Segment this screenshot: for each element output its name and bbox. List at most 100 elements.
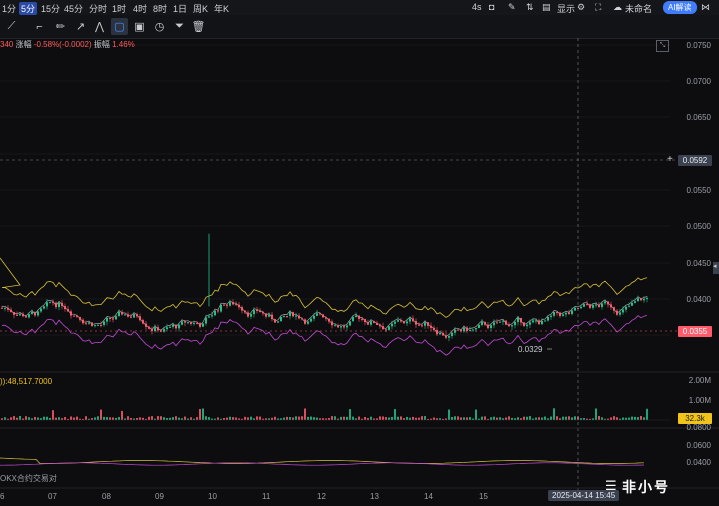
- time-tick: 12: [317, 492, 326, 501]
- volume-bar: [481, 416, 483, 420]
- volume-bar: [73, 417, 75, 420]
- filter-tool-icon[interactable]: ⏷: [171, 18, 188, 35]
- chart-name[interactable]: 未命名: [625, 2, 652, 15]
- volume-bar: [406, 416, 408, 420]
- volume-bar: [541, 417, 543, 420]
- candle-body: [427, 322, 429, 326]
- price-tick: 0.0450: [686, 259, 711, 268]
- candle-body: [100, 324, 102, 326]
- ai-interpret-button[interactable]: AI解读: [663, 1, 697, 14]
- chart-settings-icon[interactable]: ⤡: [656, 40, 669, 52]
- volume-bar: [286, 416, 288, 420]
- tf-1d[interactable]: 1日: [173, 2, 187, 15]
- candle-body: [352, 317, 354, 322]
- interval-label[interactable]: 4s: [472, 2, 482, 12]
- candlestick-chart[interactable]: [0, 36, 719, 506]
- candle-body: [436, 330, 438, 335]
- candle-body: [193, 323, 195, 325]
- pencil-tool-icon[interactable]: ✏: [52, 18, 69, 35]
- volume-bar: [34, 416, 36, 420]
- volume-bar: [202, 408, 204, 420]
- tf-1min[interactable]: 1分: [2, 2, 16, 15]
- volume-bar: [163, 417, 165, 420]
- candle-body: [595, 304, 597, 306]
- volume-bar: [256, 416, 258, 420]
- candle-body: [145, 323, 147, 327]
- magnet-tool-icon[interactable]: ◷: [151, 18, 168, 35]
- volume-bar: [298, 416, 300, 420]
- candle-body: [172, 324, 174, 327]
- candle-body: [604, 301, 606, 304]
- volume-bar: [505, 417, 507, 420]
- tf-4h[interactable]: 4时: [133, 2, 147, 15]
- volume-bar: [247, 417, 249, 420]
- volume-bar: [157, 416, 159, 420]
- candle-body: [268, 314, 270, 317]
- volume-bar: [565, 416, 567, 420]
- volume-bar: [4, 417, 6, 420]
- candle-body: [346, 325, 348, 328]
- pattern-tool-icon[interactable]: ⋀: [91, 18, 108, 35]
- tf-45min[interactable]: 45分: [64, 2, 83, 15]
- display-menu[interactable]: 显示: [557, 2, 575, 15]
- crop-tool-icon[interactable]: ⌐: [31, 18, 48, 35]
- brush-tool-icon[interactable]: ↗: [72, 18, 89, 35]
- fullscreen-icon[interactable]: ⛶: [595, 2, 601, 13]
- volume-bar: [58, 417, 60, 420]
- candle-body: [370, 321, 372, 325]
- volume-bar: [310, 416, 312, 420]
- chart-grid: [0, 44, 670, 336]
- candle-body: [280, 316, 282, 322]
- tf-timeshare[interactable]: 分时: [89, 2, 107, 15]
- candle-body: [616, 310, 618, 315]
- collapse-icon[interactable]: ◂: [713, 262, 719, 274]
- volume-bar: [343, 416, 345, 420]
- tf-1h[interactable]: 1时: [112, 2, 126, 15]
- tf-15min[interactable]: 15分: [41, 2, 60, 15]
- volume-bar: [142, 417, 144, 420]
- tf-year[interactable]: 年K: [214, 2, 229, 15]
- change-value: -0.58%(-0.0002): [33, 40, 92, 49]
- note-tool-icon[interactable]: ▣: [131, 18, 148, 35]
- candles: [1, 233, 648, 342]
- gear-icon[interactable]: ⚙: [577, 2, 585, 13]
- volume-label: )):48,517.7000: [0, 377, 53, 386]
- candle-body: [250, 314, 252, 317]
- edit-icon[interactable]: ✎: [508, 2, 516, 13]
- candle-body: [592, 305, 594, 308]
- cloud-icon[interactable]: ☁: [613, 2, 622, 13]
- candle-body: [226, 304, 228, 306]
- tf-week[interactable]: 周K: [193, 2, 208, 15]
- lock-tool-icon[interactable]: ▢: [111, 18, 128, 35]
- trash-tool-icon[interactable]: 🗑: [190, 18, 207, 35]
- trend-tool-icon[interactable]: ⟋: [3, 18, 20, 35]
- candle-body: [463, 327, 465, 332]
- volume-bar: [226, 417, 228, 420]
- indicator-icon[interactable]: ▤: [542, 2, 551, 13]
- sub-tick: 0.0600: [686, 441, 711, 450]
- add-alert-icon[interactable]: +: [667, 154, 673, 165]
- candle-body: [493, 322, 495, 326]
- candle-body: [490, 325, 492, 329]
- volume-bar: [613, 416, 615, 420]
- candle-body: [64, 306, 66, 310]
- candle-body: [187, 322, 189, 324]
- compare-icon[interactable]: ⇅: [526, 2, 534, 13]
- camera-icon[interactable]: ◘: [489, 2, 494, 12]
- candle-body: [442, 333, 444, 336]
- candle-body: [643, 298, 645, 301]
- volume-bar: [235, 417, 237, 420]
- candle-body: [511, 325, 513, 327]
- candle-body: [13, 312, 15, 315]
- volume-bar: [118, 416, 120, 420]
- candle-body: [478, 324, 480, 329]
- volume-bar: [382, 416, 384, 420]
- volume-bar: [457, 416, 459, 420]
- tf-8h[interactable]: 8时: [153, 2, 167, 15]
- time-tick: 6: [0, 492, 5, 501]
- amplitude-value: 1.46%: [112, 40, 135, 49]
- share-icon[interactable]: ⋈: [701, 2, 710, 13]
- tf-5min[interactable]: 5分: [19, 2, 38, 15]
- candle-body: [40, 308, 42, 312]
- candle-body: [397, 320, 399, 322]
